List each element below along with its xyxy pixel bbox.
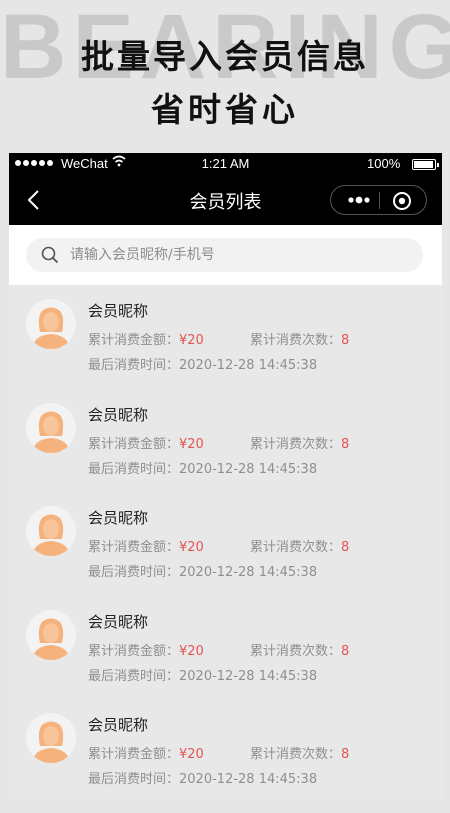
avatar-icon	[26, 713, 76, 763]
total-amount-value: ¥20	[179, 643, 204, 659]
battery-icon	[412, 159, 439, 170]
visit-count-label: 累计消费次数：	[250, 747, 342, 762]
member-spend-row: 累计消费金额：¥20 累计消费次数：8	[88, 640, 349, 659]
last-time-value: 2020-12-28 14:45:38	[179, 668, 318, 684]
total-amount-label: 累计消费金额：	[88, 333, 180, 348]
close-miniprogram-icon[interactable]	[391, 190, 413, 212]
total-amount-value: ¥20	[179, 540, 204, 555]
visit-count-label: 累计消费次数：	[250, 643, 342, 659]
member-name: 会员昵称	[88, 405, 149, 424]
member-name: 会员昵称	[88, 716, 149, 734]
promo-subheadline: 省时省心	[151, 90, 299, 129]
visit-count-label: 累计消费次数：	[250, 436, 342, 452]
phone-screen: WeChat 1:21 AM 100% 会员列表 请输入会员昵称/手机号 会员昵…	[9, 153, 442, 800]
total-amount-value: ¥20	[179, 436, 204, 452]
battery-percent: 100%	[367, 156, 401, 171]
last-time-label: 最后消费时间：	[88, 461, 180, 477]
last-time-label: 最后消费时间：	[88, 772, 180, 787]
member-item[interactable]: 会员昵称 累计消费金额：¥20 累计消费次数：8 最后消费时间：2020-12-…	[9, 502, 442, 606]
member-item[interactable]: 会员昵称 累计消费金额：¥20 累计消费次数：8 最后消费时间：2020-12-…	[9, 709, 442, 813]
last-time-label: 最后消费时间：	[88, 565, 180, 580]
visit-count-value: 8	[341, 333, 350, 348]
member-spend-row: 累计消费金额：¥20 累计消费次数：8	[88, 329, 349, 348]
member-spend-row: 累计消费金额：¥20 累计消费次数：8	[88, 536, 349, 555]
member-last-row: 最后消费时间：2020-12-28 14:45:38	[88, 561, 317, 580]
avatar-icon	[26, 609, 76, 660]
avatar-icon	[26, 299, 76, 349]
member-item[interactable]: 会员昵称 累计消费金额：¥20 累计消费次数：8 最后消费时间：2020-12-…	[9, 295, 442, 399]
total-amount-label: 累计消费金额：	[88, 436, 180, 452]
total-amount-value: ¥20	[179, 747, 204, 762]
visit-count-value: 8	[341, 436, 350, 452]
total-amount-value: ¥20	[179, 333, 204, 348]
search-icon	[41, 246, 59, 264]
search-box[interactable]	[26, 238, 423, 272]
search-bar	[9, 225, 442, 285]
total-amount-label: 累计消费金额：	[88, 643, 180, 659]
visit-count-value: 8	[341, 540, 350, 555]
search-input[interactable]	[70, 238, 410, 272]
member-spend-row: 累计消费金额：¥20 累计消费次数：8	[88, 433, 349, 452]
miniprogram-capsule	[330, 185, 427, 215]
more-icon[interactable]	[344, 190, 374, 210]
last-time-value: 2020-12-28 14:45:38	[179, 461, 318, 477]
last-time-value: 2020-12-28 14:45:38	[179, 358, 318, 373]
member-last-row: 最后消费时间：2020-12-28 14:45:38	[88, 768, 317, 787]
member-name: 会员昵称	[88, 302, 149, 320]
last-time-label: 最后消费时间：	[88, 358, 180, 373]
member-item[interactable]: 会员昵称 累计消费金额：¥20 累计消费次数：8 最后消费时间：2020-12-…	[9, 399, 442, 503]
status-bar: WeChat 1:21 AM 100%	[9, 153, 442, 175]
promo-headline: 批量导入会员信息	[81, 37, 369, 76]
member-item[interactable]: 会员昵称 累计消费金额：¥20 累计消费次数：8 最后消费时间：2020-12-…	[9, 606, 442, 710]
member-spend-row: 累计消费金额：¥20 累计消费次数：8	[88, 743, 349, 762]
last-time-value: 2020-12-28 14:45:38	[179, 565, 318, 580]
total-amount-label: 累计消费金额：	[88, 540, 180, 555]
avatar-icon	[26, 402, 76, 453]
avatar-icon	[26, 506, 76, 556]
visit-count-value: 8	[341, 643, 350, 659]
capsule-divider	[379, 192, 380, 209]
member-last-row: 最后消费时间：2020-12-28 14:45:38	[88, 665, 317, 684]
visit-count-label: 累计消费次数：	[250, 540, 342, 555]
member-last-row: 最后消费时间：2020-12-28 14:45:38	[88, 458, 317, 477]
member-name: 会员昵称	[88, 509, 149, 527]
total-amount-label: 累计消费金额：	[88, 747, 180, 762]
member-name: 会员昵称	[88, 612, 149, 631]
visit-count-label: 累计消费次数：	[250, 333, 342, 348]
last-time-value: 2020-12-28 14:45:38	[179, 772, 318, 787]
visit-count-value: 8	[341, 747, 350, 762]
last-time-label: 最后消费时间：	[88, 668, 180, 684]
member-list: 会员昵称 累计消费金额：¥20 累计消费次数：8 最后消费时间：2020-12-…	[9, 295, 442, 813]
nav-bar: 会员列表	[9, 175, 442, 225]
member-last-row: 最后消费时间：2020-12-28 14:45:38	[88, 354, 317, 373]
